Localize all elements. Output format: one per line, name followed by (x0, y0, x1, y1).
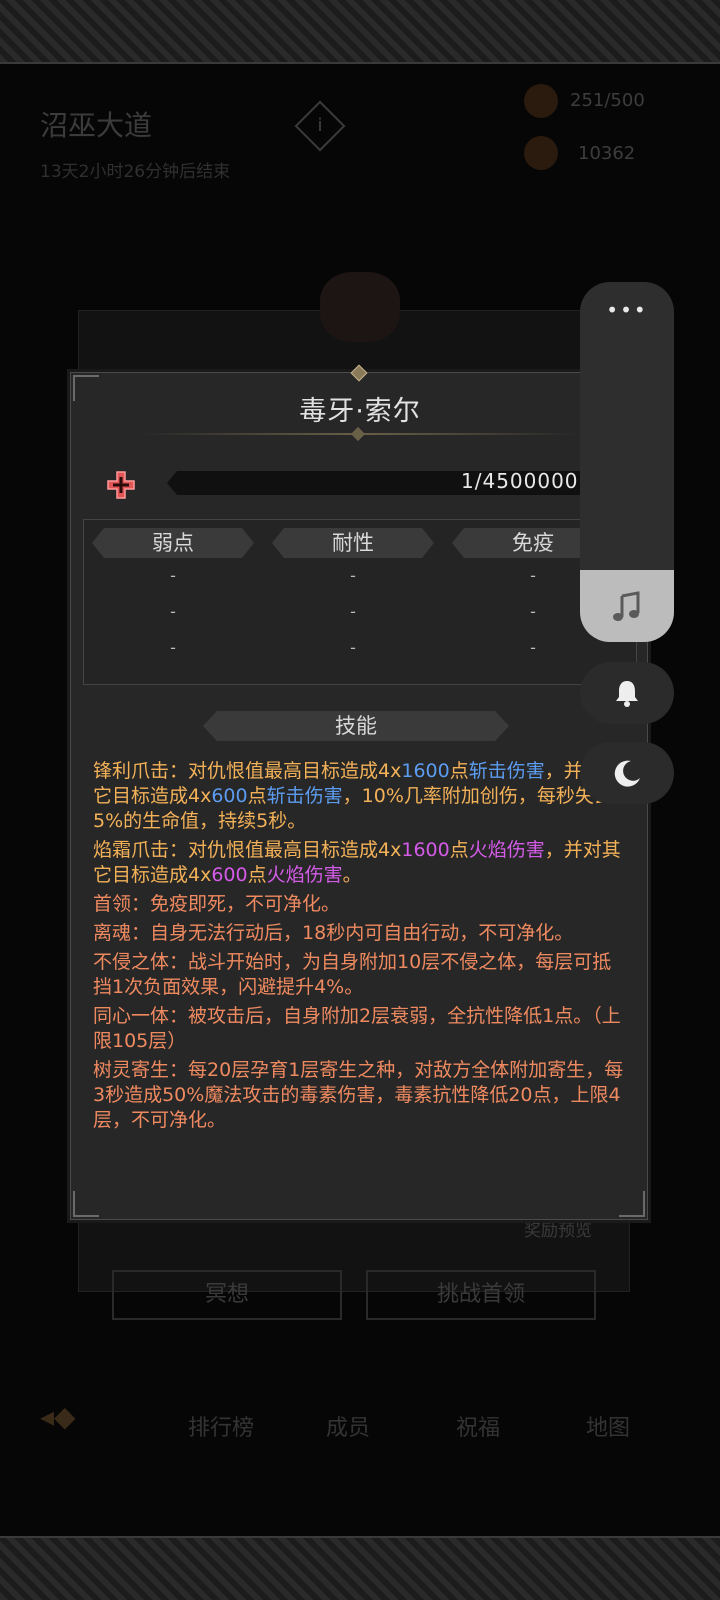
resource-torch-value: 251/500 (570, 90, 645, 111)
skill-name: 焰霜爪击： (93, 839, 189, 861)
damage-type: 斩击伤害 (266, 785, 343, 807)
bottom-ornate-frame (0, 1536, 720, 1600)
damage-type: 斩击伤害 (468, 760, 545, 782)
resistance-column: 耐性 - - - (272, 528, 434, 666)
nav-leaderboard[interactable]: 排行榜 (188, 1410, 254, 1442)
weakness-header: 弱点 (92, 528, 254, 558)
bell-icon (616, 681, 638, 707)
weakness-column: 弱点 - - - (92, 528, 254, 666)
nav-members[interactable]: 成员 (326, 1410, 370, 1442)
health-value: 1/4500000 (461, 469, 579, 493)
skill-name: 不侵之体： (93, 951, 189, 973)
weakness-value: - (170, 566, 176, 585)
zone-timer: 13天2小时26分钟后结束 (40, 162, 231, 182)
skill-text: 。 (342, 864, 362, 886)
boss-crest-icon (320, 272, 400, 342)
skill-entry: 首领：免疫即死，不可净化。 (93, 892, 627, 917)
torch-icon (524, 84, 558, 118)
skill-entry: 离魂：自身无法行动后，18秒内可自由行动，不可净化。 (93, 921, 627, 946)
boss-info-modal: 毒牙·索尔 1/4500000 弱点 - - - 耐性 - - - 免疫 - -… (70, 364, 648, 1220)
moon-icon (614, 760, 640, 787)
skill-name: 离魂： (93, 922, 151, 944)
skill-entry: 焰霜爪击：对仇恨值最高目标造成4x1600点火焰伤害，并对其它目标造成4x600… (93, 838, 627, 888)
skill-text: 点 (449, 760, 469, 782)
bottom-nav: 排行榜 成员 祝福 地图 (0, 1380, 720, 1460)
damage-type: 火焰伤害 (266, 864, 343, 886)
skill-text: 免疫即死，不可净化。 (150, 893, 341, 915)
resistance-value: - (350, 638, 356, 657)
nav-map[interactable]: 地图 (586, 1410, 630, 1442)
meditate-button[interactable]: 冥想 (112, 1270, 342, 1320)
skills-list: 锋利爪击：对仇恨值最高目标造成4x1600点斩击伤害，并对其它目标造成4x600… (93, 759, 627, 1137)
zone-title: 沼巫大道 (40, 109, 153, 142)
damage-value: 1600 (401, 839, 450, 861)
damage-value: 1600 (401, 760, 450, 782)
damage-value: 600 (211, 785, 248, 807)
skill-text: 点 (247, 785, 267, 807)
resistance-table: 弱点 - - - 耐性 - - - 免疫 - - - (83, 519, 637, 685)
nav-blessing[interactable]: 祝福 (456, 1410, 500, 1442)
boss-name-title: 毒牙·索尔 (299, 396, 421, 427)
damage-value: 600 (211, 864, 248, 886)
skill-name: 同心一体： (93, 1005, 189, 1027)
skill-text: 自身无法行动后，18秒内可自由行动，不可净化。 (150, 922, 574, 944)
info-icon: i (317, 115, 323, 136)
skills-header: 技能 (203, 711, 509, 741)
damage-type: 火焰伤害 (468, 839, 545, 861)
skill-entry: 同心一体：被攻击后，自身附加2层衰弱，全抗性降低1点。（上限105层） (93, 1004, 627, 1054)
challenge-boss-button[interactable]: 挑战首领 (366, 1270, 596, 1320)
skill-entry: 锋利爪击：对仇恨值最高目标造成4x1600点斩击伤害，并对其它目标造成4x600… (93, 759, 627, 834)
music-toggle-button[interactable] (580, 570, 674, 642)
corner-ornament (73, 1191, 99, 1217)
resistance-value: - (350, 602, 356, 621)
music-note-icon (613, 591, 640, 621)
dark-mode-toggle-button[interactable] (580, 742, 674, 804)
skill-text: 对仇恨值最高目标造成4x (188, 839, 402, 861)
skill-text: 点 (247, 864, 267, 886)
skill-name: 树灵寄生： (93, 1059, 189, 1081)
skill-text: 点 (449, 839, 469, 861)
skill-name: 首领： (93, 893, 151, 915)
top-ornate-frame (0, 0, 720, 64)
title-gem-ornament (350, 426, 366, 442)
floating-toolbar: ••• (580, 282, 674, 642)
resistance-header: 耐性 (272, 528, 434, 558)
feather-icon (524, 136, 558, 170)
notification-toggle-button[interactable] (580, 662, 674, 724)
corner-ornament (619, 1191, 645, 1217)
health-cross-icon (107, 471, 135, 499)
resource-feather-value: 10362 (578, 143, 636, 164)
resistance-value: - (350, 566, 356, 585)
weakness-value: - (170, 602, 176, 621)
weakness-value: - (170, 638, 176, 657)
more-menu-icon[interactable]: ••• (580, 298, 674, 322)
skill-text: 对仇恨值最高目标造成4x (188, 760, 402, 782)
skill-entry: 树灵寄生：每20层孕育1层寄生之种，对敌方全体附加寄生，每3秒造成50%魔法攻击… (93, 1058, 627, 1133)
skill-name: 锋利爪击： (93, 760, 189, 782)
skill-entry: 不侵之体：战斗开始时，为自身附加10层不侵之体，每层可抵挡1次负面效果，闪避提升… (93, 950, 627, 1000)
